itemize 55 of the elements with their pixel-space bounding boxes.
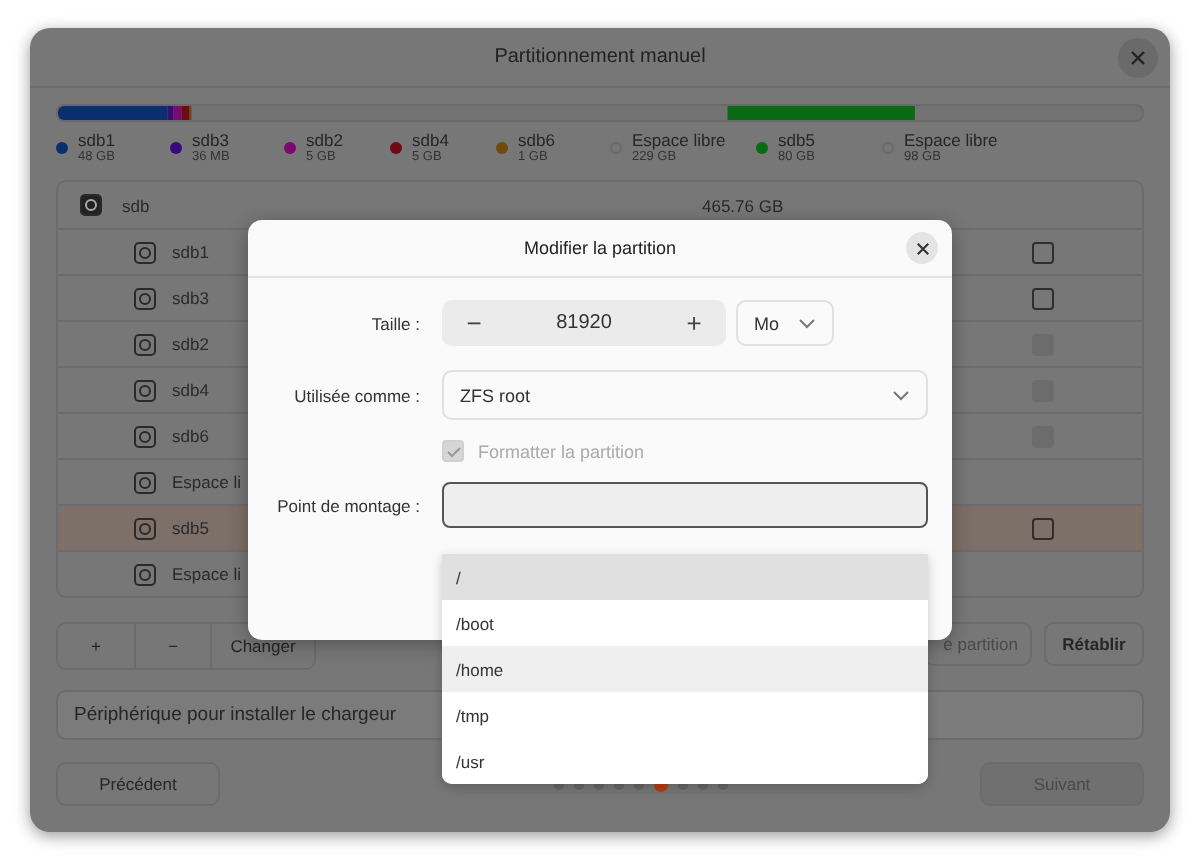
field-label: Taille : xyxy=(369,313,420,333)
menu-item[interactable]: /usr xyxy=(442,738,928,784)
size-value: 81920 xyxy=(556,312,612,334)
increase-button[interactable]: + xyxy=(662,300,726,346)
chevron-down-icon xyxy=(892,389,910,401)
close-icon xyxy=(1130,50,1146,66)
drive-icon xyxy=(134,517,156,539)
close-icon xyxy=(915,241,929,255)
chevron-down-icon xyxy=(798,317,816,329)
format-checkbox[interactable] xyxy=(1032,287,1054,309)
field-label: Utilisée comme : xyxy=(292,385,420,405)
drive-icon xyxy=(134,333,156,355)
checkbox-label: Formatter la partition xyxy=(478,441,645,461)
drive-icon xyxy=(134,471,156,493)
legend-name: sdb6 xyxy=(518,130,555,150)
drive-icon xyxy=(134,241,156,263)
drive-icon xyxy=(134,563,156,585)
drive-icon xyxy=(134,287,156,309)
partition-name: Espace li xyxy=(172,472,241,492)
menu-item[interactable]: /tmp xyxy=(442,692,928,738)
check-icon xyxy=(445,445,461,457)
partition-name: Espace li xyxy=(172,564,241,584)
legend-name: sdb3 xyxy=(192,130,230,150)
device-size: 465.76 GB xyxy=(702,195,784,215)
menu-item[interactable]: / xyxy=(442,554,928,600)
field-label: Point de montage : xyxy=(275,495,420,515)
dialog-title: Modifier la partition xyxy=(523,238,677,258)
partition-name: sdb1 xyxy=(172,242,209,262)
legend-name: Espace libre xyxy=(904,130,998,150)
decrease-button[interactable]: − xyxy=(442,300,506,346)
size-spin-field[interactable]: − 81920 + xyxy=(442,300,726,346)
partition-name: sdb5 xyxy=(172,518,209,538)
window-title: Partitionnement manuel xyxy=(494,46,706,68)
menu-item[interactable]: /boot xyxy=(442,600,928,646)
device-name: sdb xyxy=(122,195,152,215)
filesystem-dropdown[interactable]: ZFS root xyxy=(442,370,928,420)
unit-dropdown[interactable]: Mo xyxy=(736,300,834,346)
drive-icon xyxy=(134,425,156,447)
partition-name: sdb4 xyxy=(172,380,209,400)
legend-name: sdb4 xyxy=(412,130,449,150)
legend-name: sdb2 xyxy=(306,130,343,150)
partition-name: sdb3 xyxy=(172,288,209,308)
menu-item[interactable]: /home xyxy=(442,646,928,692)
drive-icon xyxy=(134,379,156,401)
drive-icon xyxy=(79,194,101,216)
mount-point-field[interactable] xyxy=(442,482,928,528)
partition-name: sdb6 xyxy=(172,426,209,446)
format-checkbox[interactable] xyxy=(1032,241,1054,263)
legend-name: Espace libre xyxy=(632,130,726,150)
legend-name: sdb1 xyxy=(78,130,115,150)
close-button[interactable] xyxy=(906,232,938,264)
field-label: Périphérique pour installer le chargeur xyxy=(74,704,397,726)
format-checkbox[interactable] xyxy=(1032,517,1054,539)
legend-name: sdb5 xyxy=(778,130,815,150)
partition-name: sdb2 xyxy=(172,334,209,354)
